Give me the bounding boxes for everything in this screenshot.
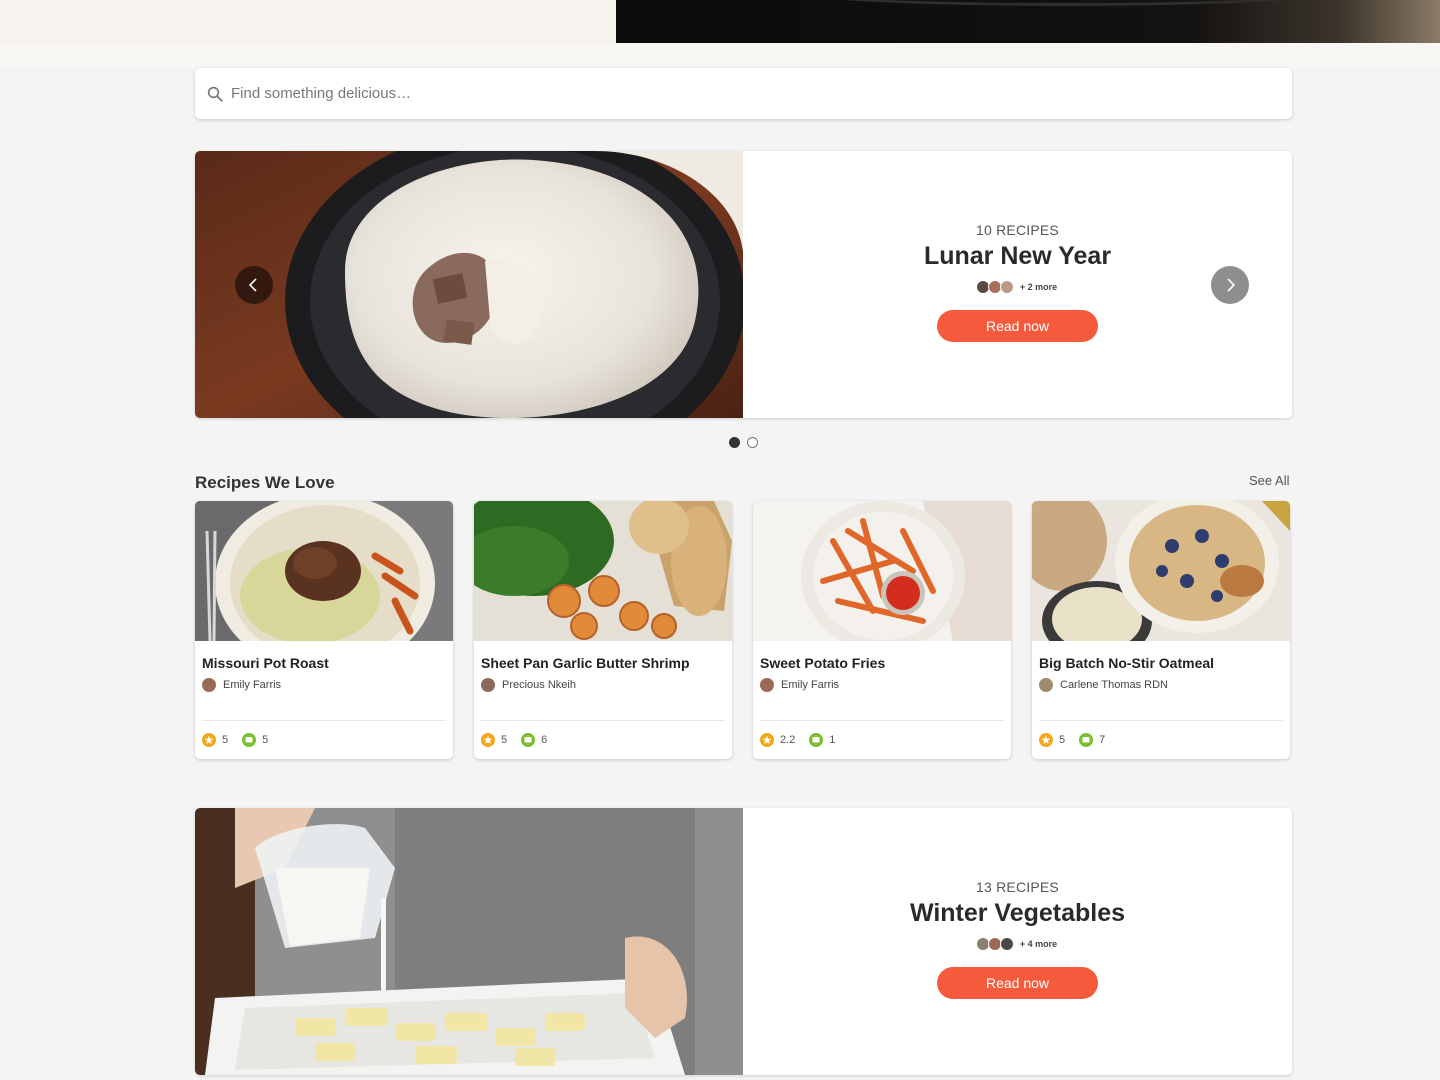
featured-collection-info: 10 RECIPES Lunar New Year + 2 more Read … [743,151,1292,418]
comment-icon [521,733,536,747]
star-icon [481,733,495,747]
star-icon [760,733,774,747]
comment-count: 7 [1099,734,1106,746]
read-now-button[interactable]: Read now [937,310,1098,342]
section-title: Recipes We Love [195,473,335,492]
recipe-image [1032,501,1290,641]
author-avatar [481,678,495,692]
recipe-author[interactable]: Emily Farris [202,678,281,692]
header-banner-left [0,0,616,43]
contributors: + 4 more [743,937,1292,951]
divider [481,720,725,721]
recipe-card[interactable]: Missouri Pot Roast Emily Farris 5 5 [195,501,453,759]
chevron-left-icon [248,278,257,292]
recipe-stats: 5 7 [1039,733,1105,747]
contributor-avatar [999,937,1014,951]
recipe-stats: 5 5 [202,733,268,747]
recipe-card[interactable]: Sheet Pan Garlic Butter Shrimp Precious … [474,501,732,759]
featured-collection-info: 13 RECIPES Winter Vegetables + 4 more Re… [743,808,1292,1075]
collection-title[interactable]: Lunar New Year [743,242,1292,271]
contributors: + 2 more [743,280,1292,294]
author-name: Emily Farris [223,679,282,691]
recipe-title[interactable]: Sheet Pan Garlic Butter Shrimp [481,655,690,671]
search-bar[interactable] [195,68,1292,119]
recipe-stats: 5 6 [481,733,547,747]
star-icon [202,733,216,747]
carousel-dot-1[interactable] [729,437,740,448]
featured-collection-image [195,808,743,1075]
comment-count: 5 [262,734,269,746]
chevron-right-icon [1227,278,1236,292]
rating-value: 5 [1059,734,1066,746]
rating-value: 5 [501,734,508,746]
author-avatar [202,678,216,692]
comment-icon [1079,733,1094,747]
read-now-button[interactable]: Read now [937,967,1098,999]
featured-collection-card[interactable]: 13 RECIPES Winter Vegetables + 4 more Re… [195,808,1292,1075]
recipe-image [753,501,1011,641]
search-icon [207,86,223,102]
recipe-stats: 2.2 1 [760,733,835,747]
author-name: Carlene Thomas RDN [1060,679,1169,691]
recipe-author[interactable]: Carlene Thomas RDN [1039,678,1168,692]
author-name: Precious Nkeih [502,679,576,691]
recipe-count: 13 RECIPES [976,879,1059,895]
divider [202,720,446,721]
recipe-title[interactable]: Big Batch No-Stir Oatmeal [1039,655,1214,671]
header-banner-image [616,0,1440,43]
header-band [0,43,1440,68]
rating-value: 5 [222,734,229,746]
recipe-title[interactable]: Sweet Potato Fries [760,655,885,671]
recipe-author[interactable]: Emily Farris [760,678,839,692]
contributor-avatar [999,280,1014,294]
recipe-count: 10 RECIPES [976,222,1059,238]
recipe-author[interactable]: Precious Nkeih [481,678,576,692]
search-input[interactable] [231,85,1131,102]
divider [760,720,1004,721]
carousel-prev-button[interactable] [235,266,273,304]
carousel-next-button[interactable] [1211,266,1249,304]
more-contributors: + 2 more [1019,282,1058,292]
see-all-link[interactable]: See All [1249,473,1289,488]
rating-value: 2.2 [780,734,796,746]
divider [1039,720,1283,721]
recipe-card[interactable]: Big Batch No-Stir Oatmeal Carlene Thomas… [1032,501,1290,759]
comment-icon [809,733,824,747]
recipe-image [474,501,732,641]
recipe-card[interactable]: Sweet Potato Fries Emily Farris 2.2 1 [753,501,1011,759]
featured-collection-card[interactable]: 10 RECIPES Lunar New Year + 2 more Read … [195,151,1292,418]
comment-icon [242,733,257,747]
collection-title[interactable]: Winter Vegetables [743,899,1292,928]
author-avatar [760,678,774,692]
comment-count: 6 [541,734,548,746]
carousel-pagination [729,437,758,448]
carousel-dot-2[interactable] [747,437,758,448]
featured-collection-image [195,151,743,418]
recipe-title[interactable]: Missouri Pot Roast [202,655,329,671]
author-name: Emily Farris [781,679,840,691]
star-icon [1039,733,1053,747]
author-avatar [1039,678,1053,692]
recipe-image [195,501,453,641]
comment-count: 1 [829,734,836,746]
more-contributors: + 4 more [1019,939,1058,949]
